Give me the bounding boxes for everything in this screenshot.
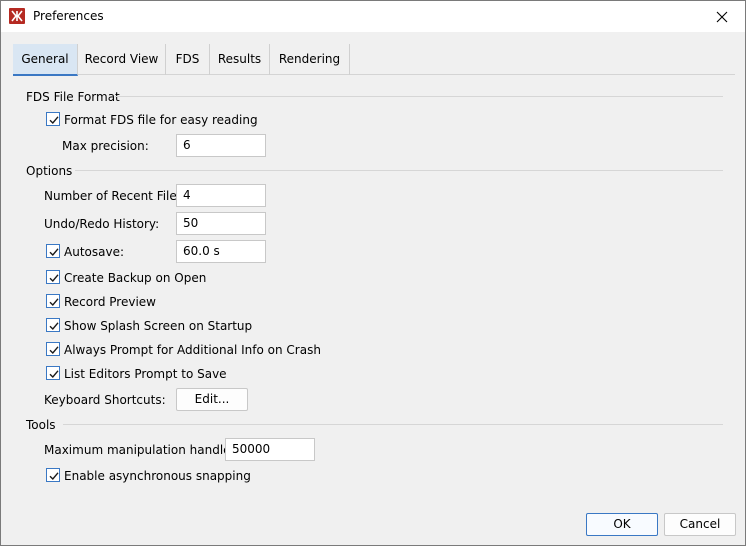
section-title-tools: Tools [26, 418, 56, 432]
undo-history-field[interactable]: 50 [176, 212, 266, 235]
record-preview-label: Record Preview [64, 295, 156, 309]
crash-prompt-checkbox[interactable] [46, 342, 60, 356]
autosave-label: Autosave: [64, 245, 124, 259]
window-title: Preferences [33, 9, 104, 23]
checkmark-icon [49, 322, 59, 331]
checkmark-icon [49, 248, 59, 257]
autosave-checkbox[interactable] [46, 244, 60, 258]
max-precision-label: Max precision: [62, 139, 149, 153]
section-title-fds-format: FDS File Format [26, 90, 120, 104]
tab-general[interactable]: General [13, 44, 78, 76]
tab-fds[interactable]: FDS [166, 44, 210, 75]
async-snapping-checkbox[interactable] [46, 468, 60, 482]
checkmark-icon [49, 472, 59, 481]
max-handles-field[interactable]: 50000 [225, 438, 315, 461]
general-tab-content: FDS File Format Format FDS file for easy… [1, 75, 745, 505]
section-divider [115, 96, 723, 97]
tab-record-view[interactable]: Record View [78, 44, 166, 75]
splash-checkbox[interactable] [46, 318, 60, 332]
backup-label: Create Backup on Open [64, 271, 207, 285]
section-title-options: Options [26, 164, 73, 178]
undo-history-label: Undo/Redo History: [44, 217, 160, 231]
section-divider [75, 170, 723, 171]
format-fds-label: Format FDS file for easy reading [64, 113, 258, 127]
checkmark-icon [49, 116, 59, 125]
backup-checkbox[interactable] [46, 270, 60, 284]
tab-rendering[interactable]: Rendering [270, 44, 350, 75]
preferences-dialog: Preferences General Record View FDS Resu… [0, 0, 746, 546]
close-icon [716, 11, 728, 22]
section-divider [63, 424, 723, 425]
close-button[interactable] [699, 1, 745, 32]
max-precision-field[interactable]: 6 [176, 134, 266, 157]
recent-files-label: Number of Recent Files: [44, 189, 188, 203]
checkmark-icon [49, 298, 59, 307]
max-handles-label: Maximum manipulation handles: [44, 443, 241, 457]
cancel-button[interactable]: Cancel [664, 513, 736, 536]
record-preview-checkbox[interactable] [46, 294, 60, 308]
recent-files-field[interactable]: 4 [176, 184, 266, 207]
checkmark-icon [49, 370, 59, 379]
format-fds-checkbox[interactable] [46, 112, 60, 126]
app-logo-icon [9, 8, 25, 24]
autosave-field[interactable]: 60.0 s [176, 240, 266, 263]
list-editors-checkbox[interactable] [46, 366, 60, 380]
tab-bar: General Record View FDS Results Renderin… [13, 44, 735, 76]
splash-label: Show Splash Screen on Startup [64, 319, 253, 333]
crash-prompt-label: Always Prompt for Additional Info on Cra… [64, 343, 321, 357]
list-editors-label: List Editors Prompt to Save [64, 367, 227, 381]
ok-button[interactable]: OK [586, 513, 658, 536]
edit-shortcuts-button[interactable]: Edit... [176, 388, 248, 411]
checkmark-icon [49, 346, 59, 355]
checkmark-icon [49, 274, 59, 283]
tab-results[interactable]: Results [210, 44, 270, 75]
keyboard-shortcuts-label: Keyboard Shortcuts: [44, 393, 166, 407]
title-bar: Preferences [1, 1, 745, 32]
async-snapping-label: Enable asynchronous snapping [64, 469, 251, 483]
